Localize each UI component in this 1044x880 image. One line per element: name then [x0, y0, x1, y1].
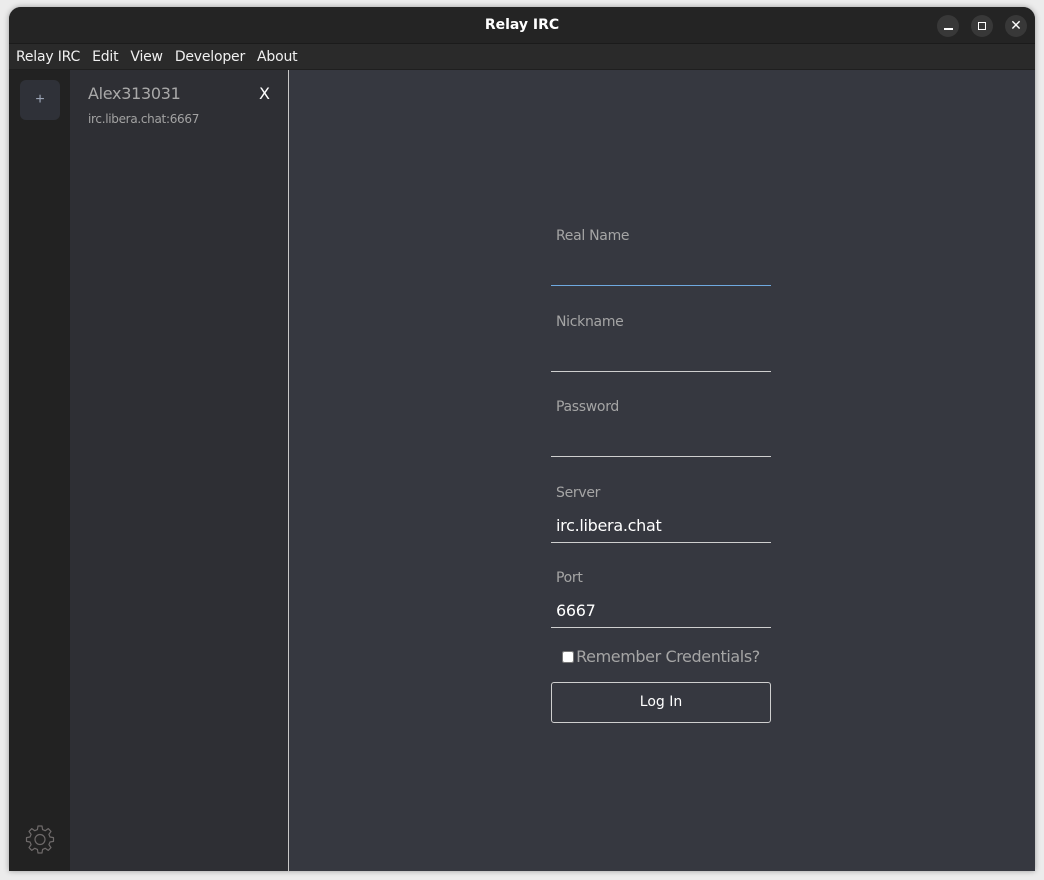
real-name-label: Real Name — [556, 228, 630, 244]
menu-edit[interactable]: Edit — [92, 49, 119, 65]
server-list: Alex313031 irc.libera.chat:6667 X — [70, 70, 289, 871]
nickname-input[interactable] — [551, 337, 771, 372]
server-input[interactable] — [551, 508, 771, 543]
app-window: Relay IRC ✕ Relay IRC Edit View Develope… — [9, 7, 1035, 871]
server-address: irc.libera.chat:6667 — [88, 112, 200, 126]
maximize-button[interactable] — [971, 15, 993, 37]
password-input[interactable] — [551, 423, 771, 457]
menu-relay-irc[interactable]: Relay IRC — [16, 49, 80, 65]
close-window-button[interactable]: ✕ — [1005, 15, 1027, 37]
remember-credentials-label[interactable]: Remember Credentials? — [576, 647, 760, 666]
close-icon: ✕ — [1010, 18, 1022, 34]
port-label: Port — [556, 570, 583, 586]
remember-credentials: Remember Credentials? — [551, 646, 771, 668]
add-server-button[interactable]: + — [20, 80, 60, 120]
password-field: Password — [551, 391, 771, 477]
real-name-input[interactable] — [551, 252, 771, 286]
password-label: Password — [556, 399, 619, 415]
login-panel: Real Name Nickname Password Server Port — [289, 70, 1035, 871]
menu-view[interactable]: View — [130, 49, 163, 65]
log-in-button[interactable]: Log In — [551, 681, 771, 723]
maximize-icon — [978, 22, 986, 30]
plus-icon: + — [35, 91, 45, 108]
real-name-field: Real Name — [551, 220, 771, 306]
server-nickname: Alex313031 — [88, 84, 181, 103]
login-form: Real Name Nickname Password Server Port — [551, 220, 771, 723]
nickname-field: Nickname — [551, 306, 771, 392]
main-area: + Alex313031 irc.libera.chat:6667 X Real… — [9, 70, 1035, 871]
remember-credentials-checkbox[interactable] — [562, 650, 575, 663]
window-title: Relay IRC — [484, 17, 560, 33]
remove-server-button[interactable]: X — [259, 84, 270, 103]
server-rail: + — [9, 70, 70, 871]
minimize-button[interactable] — [937, 15, 959, 37]
server-entry[interactable]: Alex313031 irc.libera.chat:6667 X — [88, 84, 270, 130]
port-field: Port — [551, 562, 771, 648]
menu-developer[interactable]: Developer — [175, 49, 245, 65]
server-field: Server — [551, 477, 771, 563]
menu-bar: Relay IRC Edit View Developer About — [9, 44, 1035, 70]
server-label: Server — [556, 484, 601, 501]
title-bar: Relay IRC ✕ — [9, 7, 1035, 44]
settings-button[interactable] — [24, 823, 56, 855]
menu-about[interactable]: About — [257, 49, 298, 65]
port-input[interactable] — [551, 594, 771, 628]
nickname-label: Nickname — [556, 313, 624, 330]
minimize-icon — [943, 28, 953, 30]
gear-icon — [25, 825, 55, 854]
